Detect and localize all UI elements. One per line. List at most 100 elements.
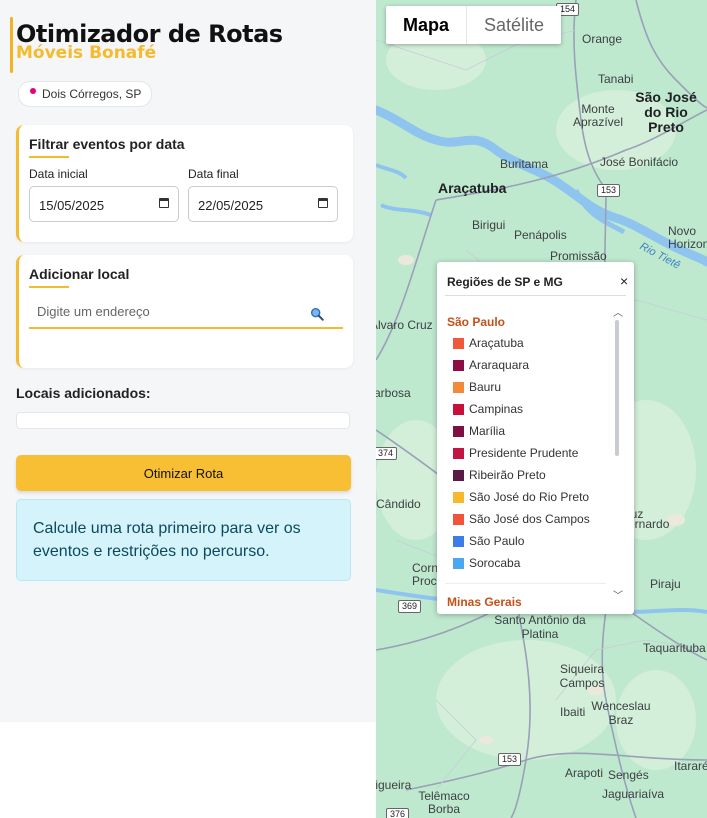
legend-item: São José dos Campos bbox=[453, 511, 590, 527]
legend-item: São Paulo bbox=[453, 533, 524, 549]
legend-item: Ribeirão Preto bbox=[453, 467, 546, 483]
map-label: Figueira bbox=[376, 778, 412, 792]
map-label: Piraju bbox=[650, 577, 681, 591]
legend-item-label: Presidente Prudente bbox=[469, 446, 579, 460]
legend-item: Bauru bbox=[453, 379, 501, 395]
map-label: São José do Rio Preto bbox=[635, 89, 697, 135]
add-location-title: Adicionar local bbox=[29, 266, 130, 288]
map-label: Santo Antônio da Platina bbox=[494, 613, 586, 641]
date-filter-title: Filtrar eventos por data bbox=[29, 136, 185, 158]
map-label: Wenceslau Braz bbox=[591, 699, 651, 727]
map-label: Orange bbox=[582, 32, 623, 46]
start-date-input[interactable]: 15/05/2025 bbox=[29, 186, 179, 222]
map-label: Itararé bbox=[674, 759, 707, 773]
legend-item-label: São José dos Campos bbox=[469, 512, 590, 526]
brand-accent-bar bbox=[10, 17, 13, 73]
highway-shield: 374 bbox=[376, 447, 398, 460]
legend-item: Campinas bbox=[453, 401, 523, 417]
legend-color-swatch bbox=[453, 403, 464, 415]
legend-item: Sorocaba bbox=[453, 555, 520, 571]
map-label: Álvaro Cruz bbox=[376, 318, 433, 332]
legend-item-label: Campinas bbox=[469, 402, 524, 416]
legend-color-swatch bbox=[453, 425, 464, 437]
legend-item-label: Ribeirão Preto bbox=[469, 468, 546, 482]
calendar-icon[interactable] bbox=[318, 198, 328, 208]
date-filter-card: Filtrar eventos por data Data inicial Da… bbox=[16, 125, 353, 242]
added-locations-label: Locais adicionados: bbox=[16, 385, 151, 401]
map-label: Birigui bbox=[472, 218, 506, 232]
map-label: José Bonifácio bbox=[600, 155, 679, 169]
map-label: Telêmaco Borba bbox=[418, 789, 470, 816]
current-location-text: Dois Córregos, SP bbox=[42, 87, 142, 101]
legend-color-swatch bbox=[453, 381, 464, 393]
legend-color-swatch bbox=[453, 469, 464, 481]
scroll-down-icon[interactable]: ﹀ bbox=[613, 587, 623, 602]
optimize-route-button[interactable]: Otimizar Rota bbox=[16, 455, 351, 491]
legend-item-label: São José do Rio Preto bbox=[469, 490, 590, 504]
legend-color-swatch bbox=[453, 359, 464, 371]
added-locations-list bbox=[16, 412, 350, 429]
highway-shield: 153 bbox=[498, 753, 522, 766]
map-type-toggle: Mapa Satélite bbox=[386, 6, 562, 44]
map-label: Buritama bbox=[500, 157, 549, 171]
map-label: Arapoti bbox=[565, 766, 604, 780]
legend-item: Araraquara bbox=[453, 357, 529, 373]
legend-color-swatch bbox=[453, 447, 464, 459]
legend-item: Presidente Prudente bbox=[453, 445, 578, 461]
map-label: Barbosa bbox=[376, 386, 411, 400]
map-type-map-button[interactable]: Mapa bbox=[386, 6, 466, 44]
legend-color-swatch bbox=[453, 491, 464, 503]
start-date-value: 15/05/2025 bbox=[39, 198, 105, 213]
map-label: Ibaiti bbox=[560, 705, 586, 719]
legend-item-label: Bauru bbox=[469, 380, 502, 394]
legend-item-label: Araraquara bbox=[469, 358, 530, 372]
scroll-up-icon[interactable]: ︿ bbox=[613, 304, 623, 319]
map-label: Novo Horizonte bbox=[668, 224, 707, 251]
regions-legend: Regiões de SP e MG × São Paulo Araçatuba… bbox=[437, 262, 634, 614]
legend-color-swatch bbox=[453, 535, 464, 547]
map-label: Araçatuba bbox=[438, 180, 507, 196]
app-subtitle: Móveis Bonafé bbox=[16, 43, 157, 63]
info-message: Calcule uma rota primeiro para ver os ev… bbox=[16, 499, 351, 581]
map-label: Cândido bbox=[376, 497, 421, 511]
map-label: Siqueira Campos bbox=[559, 662, 605, 690]
end-date-value: 22/05/2025 bbox=[198, 198, 264, 213]
close-icon[interactable]: × bbox=[620, 273, 628, 289]
current-location-chip[interactable]: Dois Córregos, SP bbox=[18, 81, 153, 107]
map-view[interactable]: Orange Tanabi Monte Aprazível São José d… bbox=[376, 0, 707, 818]
calendar-icon[interactable] bbox=[159, 198, 169, 208]
legend-divider bbox=[445, 295, 626, 296]
legend-group-title: Minas Gerais bbox=[447, 595, 522, 609]
map-label: Tanabi bbox=[598, 72, 634, 86]
end-date-label: Data final bbox=[188, 167, 239, 181]
legend-item-label: São Paulo bbox=[469, 534, 525, 548]
sidebar: Otimizador de Rotas Móveis Bonafé Dois C… bbox=[0, 0, 376, 722]
legend-item-label: Sorocaba bbox=[469, 556, 521, 570]
address-input[interactable] bbox=[29, 295, 343, 329]
map-label: Penápolis bbox=[514, 228, 567, 242]
highway-shield: 376 bbox=[386, 808, 410, 818]
end-date-input[interactable]: 22/05/2025 bbox=[188, 186, 338, 222]
map-label: Promissão bbox=[550, 249, 607, 263]
legend-color-swatch bbox=[453, 557, 464, 569]
legend-item-label: Marília bbox=[469, 424, 506, 438]
highway-shield: 369 bbox=[398, 600, 422, 613]
scrollbar-thumb[interactable] bbox=[615, 320, 619, 456]
map-label: Jaguariaíva bbox=[602, 787, 665, 801]
pin-icon bbox=[30, 88, 36, 94]
search-icon[interactable] bbox=[310, 307, 324, 321]
highway-shield: 153 bbox=[597, 184, 621, 197]
legend-title: Regiões de SP e MG bbox=[447, 275, 563, 289]
legend-item-label: Araçatuba bbox=[469, 336, 524, 350]
start-date-label: Data inicial bbox=[29, 167, 88, 181]
map-label: Taquarituba bbox=[643, 641, 706, 655]
map-label: Monte Aprazível bbox=[572, 102, 624, 129]
legend-color-swatch bbox=[453, 337, 464, 349]
legend-scroll-area[interactable]: São Paulo Araçatuba Araraquara Bauru Campin… bbox=[437, 302, 634, 614]
legend-item: Marília bbox=[453, 423, 505, 439]
add-location-card: Adicionar local bbox=[16, 255, 353, 368]
legend-group-title: São Paulo bbox=[447, 315, 506, 329]
legend-item: Araçatuba bbox=[453, 335, 524, 351]
legend-color-swatch bbox=[453, 513, 464, 525]
map-type-satellite-button[interactable]: Satélite bbox=[466, 6, 561, 44]
